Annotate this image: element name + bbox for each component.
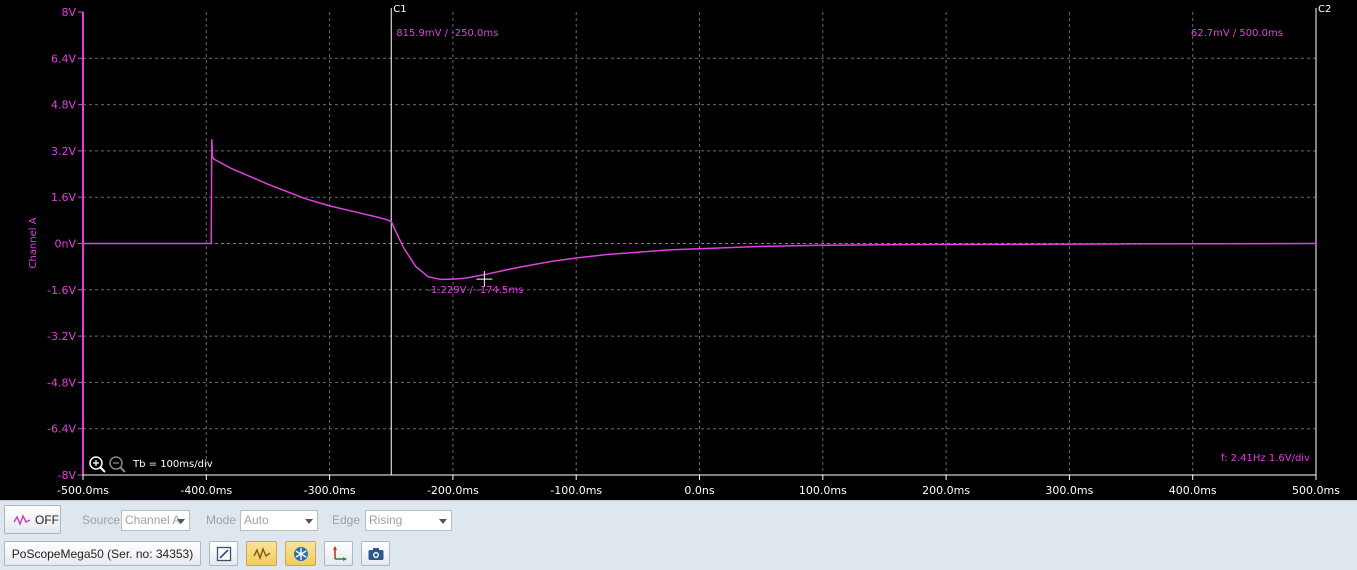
trigger-wave-icon: [13, 513, 31, 526]
x-tick-label: -400.0ms: [180, 484, 232, 497]
edge-label: Edge: [332, 513, 361, 527]
chevron-down-icon: [439, 519, 447, 524]
channel-icon: [252, 546, 270, 560]
y-tick-label: -6.4V: [47, 423, 76, 436]
y-tick-label: -8V: [58, 469, 77, 482]
cursor-readout-c2: 62.7mV / 500.0ms: [1191, 28, 1283, 39]
y-tick-label: 3.2V: [51, 145, 76, 158]
mode-label: Mode: [206, 513, 237, 527]
trigger-toggle-label: OFF: [35, 512, 59, 527]
timebase-label: Tb = 100ms/div: [132, 459, 213, 470]
channel-button[interactable]: [246, 541, 277, 566]
freeze-icon: [293, 546, 308, 561]
frequency-status: f: 2.41Hz 1.6V/div: [1221, 453, 1310, 464]
y-tick-label: 0nV: [55, 238, 77, 251]
axes-icon: [332, 545, 347, 561]
marker-readout: -1.229V / -174.5ms: [427, 285, 523, 296]
source-select-value: Channel A: [125, 513, 181, 527]
chevron-down-icon: [177, 519, 185, 524]
edge-select-value: Rising: [369, 513, 403, 527]
x-tick-label: 300.0ms: [1045, 484, 1093, 497]
oscilloscope-plot[interactable]: 8V 6.4V 4.8V 3.2V 1.6V 0nV -1.6V -3.2V -4.8V -6.4…: [0, 0, 1357, 500]
control-panel: OFF Source Channel A Mode Auto Edge Risi…: [0, 500, 1357, 570]
source-label: Source: [82, 513, 121, 527]
x-tick-label: 200.0ms: [922, 484, 970, 497]
y-axis-label: Channel A: [28, 217, 39, 268]
cursor-readout-c1: 815.9mV / -250.0ms: [396, 28, 498, 39]
y-tick-label: 8V: [61, 6, 76, 19]
screenshot-button[interactable]: [361, 541, 390, 566]
y-tick-label: -1.6V: [47, 284, 76, 297]
source-select[interactable]: Channel A: [121, 510, 190, 531]
edge-select[interactable]: Rising: [365, 510, 452, 531]
x-tick-label: -200.0ms: [427, 484, 479, 497]
x-tick-label: 0.0ns: [684, 484, 714, 497]
y-tick-label: 6.4V: [51, 52, 76, 65]
device-button-label: PoScopeMega50 (Ser. no: 34353): [11, 546, 194, 561]
device-button[interactable]: PoScopeMega50 (Ser. no: 34353): [4, 541, 201, 566]
x-tick-label: -500.0ms: [57, 484, 109, 497]
trigger-toggle-button[interactable]: OFF: [4, 505, 61, 534]
pencil-icon: [216, 546, 231, 561]
y-tick-label: -3.2V: [47, 330, 76, 343]
x-tick-label: 100.0ms: [799, 484, 847, 497]
x-tick-label: 400.0ms: [1169, 484, 1217, 497]
draw-tool-button[interactable]: [209, 541, 238, 566]
y-tick-label: 1.6V: [51, 191, 76, 204]
mode-select-value: Auto: [244, 513, 269, 527]
y-tick-label: -4.8V: [47, 376, 76, 389]
x-tick-label: -100.0ms: [550, 484, 602, 497]
cursor-label-c1: C1: [393, 4, 406, 15]
mode-select[interactable]: Auto: [240, 510, 318, 531]
freeze-button[interactable]: [285, 541, 316, 566]
axes-button[interactable]: [324, 541, 353, 566]
cursor-label-c2: C2: [1318, 4, 1331, 15]
chevron-down-icon: [305, 519, 313, 524]
y-tick-label: 4.8V: [51, 99, 76, 112]
camera-icon: [368, 547, 383, 560]
x-tick-label: 500.0ms: [1292, 484, 1340, 497]
x-tick-label: -300.0ms: [304, 484, 356, 497]
